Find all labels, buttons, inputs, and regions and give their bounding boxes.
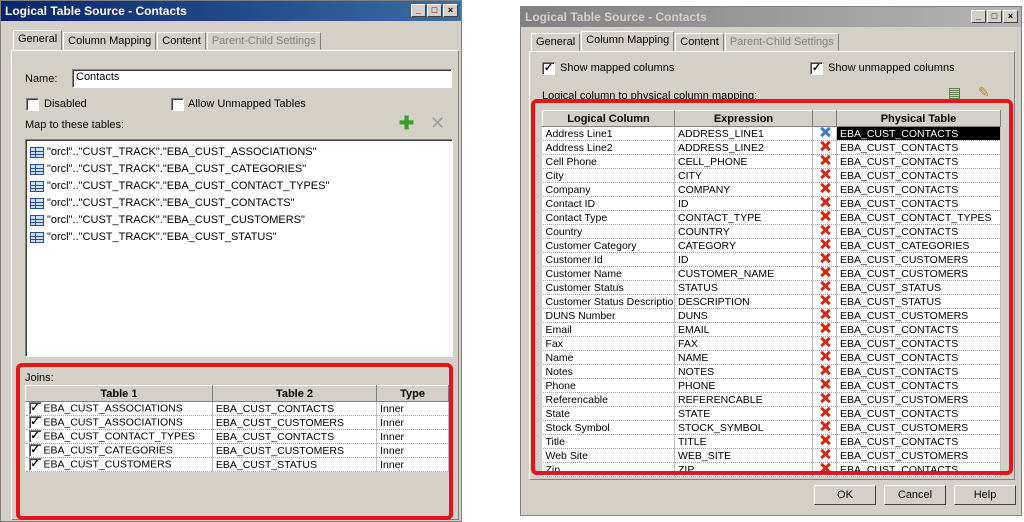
show-unmapped-label: Show unmapped columns — [828, 62, 955, 74]
left-dialog: Logical Table Source - Contacts _ □ × Ge… — [0, 0, 462, 522]
remove-icon[interactable]: ✕ — [430, 113, 445, 134]
close-button[interactable]: × — [1003, 10, 1018, 23]
tab-general[interactable]: General — [531, 33, 581, 51]
minimize-button[interactable]: _ — [971, 10, 986, 23]
tab-parent-child[interactable]: Parent-Child Settings — [206, 32, 321, 50]
table-name: "orcl".."CUST_TRACK"."EBA_CUST_CONTACTS" — [47, 197, 295, 209]
map-tables-label: Map to these tables: — [25, 119, 125, 131]
left-titlebar: Logical Table Source - Contacts _ □ × — [1, 1, 461, 21]
list-item[interactable]: "orcl".."CUST_TRACK"."EBA_CUST_CONTACTS" — [26, 195, 452, 212]
allow-unmapped-label: Allow Unmapped Tables — [188, 98, 306, 110]
show-mapped-label: Show mapped columns — [560, 62, 675, 74]
list-item[interactable]: "orcl".."CUST_TRACK"."EBA_CUST_CATEGORIE… — [26, 161, 452, 178]
allow-unmapped-checkbox[interactable] — [171, 98, 184, 111]
tab-column-mapping[interactable]: Column Mapping — [581, 31, 675, 51]
table-name: "orcl".."CUST_TRACK"."EBA_CUST_CONTACT_T… — [47, 180, 330, 192]
left-window-title: Logical Table Source - Contacts — [5, 4, 187, 18]
list-item[interactable]: "orcl".."CUST_TRACK"."EBA_CUST_ASSOCIATI… — [26, 144, 452, 161]
table-icon — [30, 181, 44, 192]
list-item[interactable]: "orcl".."CUST_TRACK"."EBA_CUST_STATUS" — [26, 229, 452, 246]
close-button[interactable]: × — [443, 4, 458, 17]
disabled-checkbox[interactable] — [26, 98, 39, 111]
table-name: "orcl".."CUST_TRACK"."EBA_CUST_CATEGORIE… — [47, 163, 307, 175]
name-field[interactable]: Contacts — [72, 69, 452, 88]
cancel-button[interactable]: Cancel — [884, 485, 946, 505]
right-titlebar: Logical Table Source - Contacts _ □ × — [521, 7, 1021, 27]
table-icon — [30, 198, 44, 209]
minimize-button[interactable]: _ — [411, 4, 426, 17]
table-name: "orcl".."CUST_TRACK"."EBA_CUST_STATUS" — [47, 231, 277, 243]
help-button[interactable]: Help — [954, 485, 1016, 505]
maximize-button[interactable]: □ — [987, 10, 1002, 23]
joins-highlight — [16, 363, 453, 520]
name-label: Name: — [25, 73, 58, 85]
table-name: "orcl".."CUST_TRACK"."EBA_CUST_CUSTOMERS… — [47, 214, 305, 226]
maximize-button[interactable]: □ — [427, 4, 442, 17]
tab-content[interactable]: Content — [675, 33, 724, 51]
tab-parent-child[interactable]: Parent-Child Settings — [724, 33, 839, 51]
show-mapped-checkbox[interactable]: ✓ — [542, 62, 555, 75]
list-item[interactable]: "orcl".."CUST_TRACK"."EBA_CUST_CUSTOMERS… — [26, 212, 452, 229]
tables-list[interactable]: "orcl".."CUST_TRACK"."EBA_CUST_ASSOCIATI… — [25, 139, 453, 357]
table-icon — [30, 232, 44, 243]
tab-content[interactable]: Content — [157, 32, 206, 50]
show-unmapped-checkbox[interactable]: ✓ — [810, 62, 823, 75]
right-dialog: Logical Table Source - Contacts _ □ × Ge… — [520, 6, 1022, 516]
table-icon — [30, 215, 44, 226]
ok-button[interactable]: OK — [814, 485, 876, 505]
table-name: "orcl".."CUST_TRACK"."EBA_CUST_ASSOCIATI… — [47, 146, 317, 158]
right-window-title: Logical Table Source - Contacts — [525, 10, 707, 24]
disabled-label: Disabled — [44, 98, 87, 110]
tab-general[interactable]: General — [13, 30, 63, 50]
tab-column-mapping[interactable]: Column Mapping — [63, 32, 157, 50]
table-icon — [30, 147, 44, 158]
mapping-highlight — [531, 99, 1013, 475]
add-icon[interactable]: ✚ — [399, 113, 414, 134]
list-item[interactable]: "orcl".."CUST_TRACK"."EBA_CUST_CONTACT_T… — [26, 178, 452, 195]
table-icon — [30, 164, 44, 175]
